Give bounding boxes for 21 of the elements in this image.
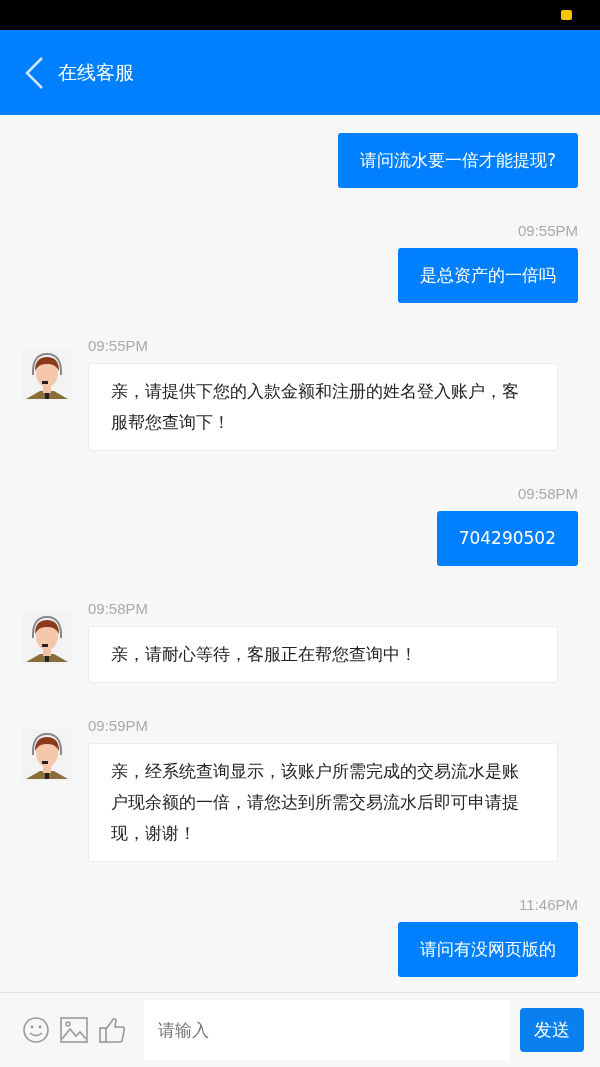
message-time: 11:46PM	[519, 896, 578, 914]
message-bubble: 亲，经系统查询显示，该账户所需完成的交易流水是账户现余额的一倍，请您达到所需交易流水后即可申请提现，谢谢！	[88, 743, 558, 862]
message-bubble: 亲，请提供下您的入款金额和注册的姓名登入账户，客服帮您查询下！	[88, 363, 558, 451]
message-time: 09:55PM	[88, 337, 149, 355]
message-time: 09:58PM	[517, 485, 578, 503]
message-bubble: 亲，请耐心等待，客服正在帮您查询中！	[88, 626, 558, 683]
emoji-icon[interactable]	[22, 1016, 50, 1044]
thumbs-up-icon[interactable]	[98, 1016, 126, 1044]
message-time: 09:58PM	[88, 600, 149, 618]
message-time: 09:55PM	[517, 222, 578, 240]
message-input[interactable]: 请输入	[144, 1000, 510, 1060]
battery-icon	[561, 10, 572, 20]
header-title: 在线客服	[58, 59, 134, 85]
message-bubble: 是总资产的一倍吗	[398, 248, 578, 303]
message-bubble: 请问流水要一倍才能提现?	[337, 133, 578, 188]
message-bubble: 请问有没网页版的	[398, 922, 578, 977]
message-bubble: 704290502	[436, 511, 578, 566]
back-icon[interactable]	[24, 55, 44, 90]
message-time: 09:59PM	[88, 717, 149, 735]
send-button[interactable]: 发送	[520, 1008, 584, 1052]
image-icon[interactable]	[60, 1017, 88, 1043]
